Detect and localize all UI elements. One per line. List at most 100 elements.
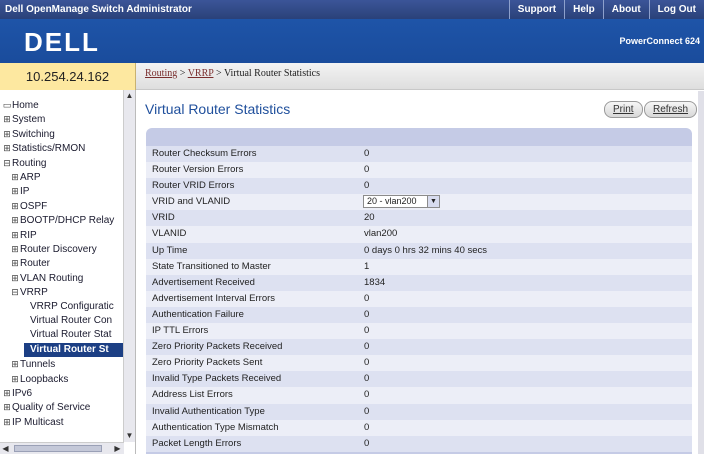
breadcrumb-routing-link[interactable]: Routing bbox=[145, 68, 177, 79]
breadcrumb-vrrp-link[interactable]: VRRP bbox=[188, 68, 214, 79]
sidebar-item[interactable]: ⊞Router Discovery bbox=[10, 242, 97, 256]
breadcrumb: Routing > VRRP > Virtual Router Statisti… bbox=[136, 63, 704, 90]
sidebar-item[interactable]: ⊞BOOTP/DHCP Relay bbox=[10, 213, 114, 227]
collapse-icon[interactable]: ⊟ bbox=[10, 285, 20, 299]
row-value: 0 days 0 hrs 32 mins 40 secs bbox=[364, 244, 488, 256]
sidebar-item[interactable]: ▭Home bbox=[2, 98, 39, 112]
sidebar-item[interactable]: ⊞Quality of Service bbox=[2, 400, 90, 414]
row-value: 0 bbox=[364, 180, 370, 192]
expand-icon[interactable]: ⊞ bbox=[10, 199, 20, 213]
table-row: Advertisement Interval Errors 0 bbox=[146, 290, 692, 307]
expand-icon[interactable]: ⊞ bbox=[10, 228, 20, 242]
sidebar-item[interactable]: ⊞Router bbox=[10, 256, 50, 270]
collapse-icon[interactable]: ⊟ bbox=[2, 156, 12, 170]
row-label: Advertisement Interval Errors bbox=[152, 292, 276, 304]
statistics-table: Router Checksum Errors 0 Router Version Er… bbox=[146, 128, 692, 454]
sidebar-horizontal-scrollbar[interactable]: ◀ ▶ bbox=[0, 442, 124, 454]
print-button[interactable]: Print bbox=[604, 101, 643, 118]
sidebar-item-label: IP Multicast bbox=[12, 416, 64, 428]
sidebar-item-label: System bbox=[12, 114, 46, 126]
expand-icon[interactable]: ⊞ bbox=[10, 170, 20, 184]
expand-icon[interactable]: ⊞ bbox=[2, 415, 12, 429]
table-row: Advertisement Received 1834 bbox=[146, 274, 692, 291]
expand-icon[interactable]: ⊞ bbox=[10, 242, 20, 256]
sidebar-item-label: Virtual Router Stat bbox=[30, 329, 112, 341]
row-value: 0 bbox=[364, 357, 370, 369]
sidebar-item[interactable]: ⊞Tunnels bbox=[10, 357, 55, 371]
row-value: 0 bbox=[364, 164, 370, 176]
expand-icon[interactable]: ⊞ bbox=[10, 213, 20, 227]
expand-icon[interactable]: ⊞ bbox=[2, 141, 12, 155]
row-value: 0 bbox=[364, 325, 370, 337]
help-link[interactable]: Help bbox=[564, 0, 603, 19]
table-row: VRID 20 bbox=[146, 210, 692, 227]
scroll-right-icon[interactable]: ▶ bbox=[112, 443, 123, 454]
sidebar-item-label: Virtual Router Con bbox=[30, 315, 113, 326]
scrollbar-thumb[interactable] bbox=[14, 445, 102, 452]
row-label: Router VRID Errors bbox=[152, 180, 235, 192]
sidebar-item-label: OSPF bbox=[20, 200, 48, 212]
sidebar-item[interactable]: Virtual Router Con bbox=[30, 314, 112, 328]
scroll-up-icon[interactable]: ▲ bbox=[124, 90, 135, 101]
expand-icon[interactable]: ⊞ bbox=[10, 372, 20, 386]
page-scrollbar[interactable] bbox=[698, 91, 704, 454]
about-link[interactable]: About bbox=[602, 0, 649, 19]
switch-ip-address: 10.254.24.162 bbox=[0, 63, 136, 90]
sidebar-item-label: Tunnels bbox=[20, 359, 56, 371]
chevron-down-icon[interactable]: ▼ bbox=[427, 196, 439, 208]
expand-icon[interactable]: ⊞ bbox=[2, 112, 12, 126]
expand-icon[interactable]: ⊞ bbox=[10, 184, 20, 198]
sidebar-item[interactable]: Virtual Router St bbox=[24, 342, 124, 357]
row-value: 0 bbox=[364, 437, 370, 449]
row-label: Router Checksum Errors bbox=[152, 148, 257, 159]
sidebar-item[interactable]: ⊞Loopbacks bbox=[10, 372, 68, 386]
table-row: Invalid Type Packets Received 0 bbox=[146, 371, 692, 388]
row-label: Invalid Type Packets Received bbox=[152, 373, 282, 385]
row-value: 0 bbox=[364, 341, 370, 353]
row-value: 0 bbox=[364, 421, 370, 433]
sidebar-item[interactable]: ⊞IPv6 bbox=[2, 386, 32, 400]
sidebar-item[interactable]: ⊟VRRP bbox=[10, 285, 48, 299]
sidebar-item-label: Router Discovery bbox=[20, 244, 97, 255]
expand-icon[interactable]: ⊞ bbox=[2, 127, 12, 141]
vrid-vlanid-select[interactable]: 20 - vlan200 ▼ bbox=[363, 195, 440, 209]
sidebar-item[interactable]: ⊞ARP bbox=[10, 170, 40, 184]
row-value: 0 bbox=[364, 292, 370, 304]
row-value: 0 bbox=[364, 373, 370, 385]
scroll-down-icon[interactable]: ▼ bbox=[124, 430, 135, 441]
sidebar-item[interactable]: ⊞Switching bbox=[2, 127, 55, 141]
expand-icon[interactable]: ⊞ bbox=[10, 271, 20, 285]
row-value: 0 bbox=[364, 405, 370, 417]
sidebar-item-label: VLAN Routing bbox=[20, 272, 84, 284]
sidebar-item-label: Virtual Router St bbox=[30, 343, 109, 355]
row-label: IP TTL Errors bbox=[152, 325, 209, 337]
expand-icon[interactable]: ⊞ bbox=[2, 400, 12, 414]
sidebar-vertical-scrollbar[interactable]: ▲ ▼ bbox=[123, 90, 135, 442]
scroll-left-icon[interactable]: ◀ bbox=[0, 443, 11, 454]
sidebar-item-label: VRRP bbox=[20, 287, 48, 299]
expand-icon[interactable]: ⊞ bbox=[2, 386, 12, 400]
sidebar-item[interactable]: ⊞IP Multicast bbox=[2, 415, 64, 429]
row-label: Zero Priority Packets Received bbox=[152, 341, 283, 353]
sidebar-item[interactable]: ⊞RIP bbox=[10, 228, 36, 242]
table-row: Packet Length Errors 0 bbox=[146, 435, 692, 452]
sidebar-item[interactable]: ⊞System bbox=[2, 112, 45, 126]
sidebar-item[interactable]: Virtual Router Stat bbox=[30, 328, 112, 342]
expand-icon[interactable]: ⊞ bbox=[10, 256, 20, 270]
sidebar-item[interactable]: ⊞Statistics/RMON bbox=[2, 141, 85, 155]
sidebar-item[interactable]: ⊞OSPF bbox=[10, 199, 47, 213]
sidebar-item-label: VRRP Configuratic bbox=[30, 300, 114, 312]
sidebar-item[interactable]: VRRP Configuratic bbox=[30, 300, 114, 314]
table-row: Zero Priority Packets Sent 0 bbox=[146, 355, 692, 372]
home-icon[interactable]: ▭ bbox=[2, 98, 12, 112]
row-value: 0 bbox=[364, 148, 370, 159]
sidebar-item[interactable]: ⊟Routing bbox=[2, 156, 46, 170]
sidebar-item[interactable]: ⊞IP bbox=[10, 184, 29, 198]
expand-icon[interactable]: ⊞ bbox=[10, 357, 20, 371]
logout-link[interactable]: Log Out bbox=[648, 0, 704, 19]
row-label: Packet Length Errors bbox=[152, 437, 242, 449]
product-name: PowerConnect 624 bbox=[619, 36, 700, 46]
sidebar-item[interactable]: ⊞VLAN Routing bbox=[10, 271, 83, 285]
refresh-button[interactable]: Refresh bbox=[644, 101, 698, 118]
support-link[interactable]: Support bbox=[508, 0, 564, 19]
